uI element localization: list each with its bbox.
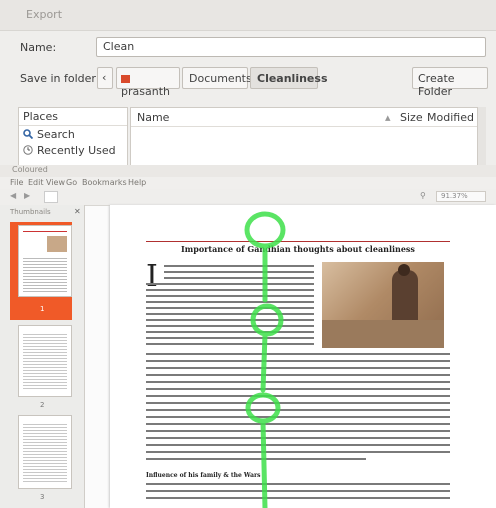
- article-photo: [322, 262, 444, 348]
- breadcrumb-label: prasanth: [121, 85, 170, 98]
- text-line: [146, 402, 450, 404]
- places-item-search[interactable]: Search: [19, 126, 127, 142]
- name-label: Name:: [20, 41, 57, 54]
- viewer-toolbar: ◀ ▶ ⚲ 91.37%: [0, 189, 496, 206]
- section-heading: Influence of his family & the Wars: [146, 472, 261, 479]
- page-number-field[interactable]: [44, 191, 58, 203]
- zoom-search-icon[interactable]: ⚲: [420, 191, 426, 200]
- text-line: [146, 307, 314, 309]
- text-line: [164, 277, 314, 279]
- text-line: [146, 295, 314, 297]
- column-size[interactable]: Size: [400, 111, 423, 124]
- text-line: [146, 331, 314, 333]
- file-list-header: Name ▴ Size Modified: [131, 108, 477, 127]
- breadcrumb-documents[interactable]: Documents: [182, 67, 252, 89]
- document-page: Importance of Gandhian thoughts about cl…: [110, 205, 496, 508]
- text-line: [146, 395, 450, 397]
- text-line: [146, 367, 450, 369]
- places-panel: Places Search Recently Used: [18, 107, 128, 166]
- breadcrumb-prasanth[interactable]: prasanth: [116, 67, 180, 98]
- text-line: [146, 451, 450, 453]
- column-name[interactable]: Name: [137, 111, 169, 124]
- text-line: [146, 381, 450, 383]
- menu-help[interactable]: Help: [128, 178, 146, 187]
- text-line: [146, 458, 366, 460]
- text-line: [146, 301, 314, 303]
- text-line: [146, 416, 450, 418]
- thumbnails-sidebar: Thumbnails ✕ 1 2 3: [0, 205, 85, 508]
- thumbnail-page-3[interactable]: [18, 415, 72, 489]
- zoom-select[interactable]: 91.37%: [436, 191, 486, 202]
- text-line: [146, 374, 450, 376]
- thumbnail-label: 2: [40, 401, 45, 409]
- forward-icon[interactable]: ▶: [24, 191, 30, 200]
- text-line: [146, 490, 450, 492]
- text-line: [164, 265, 314, 267]
- text-line: [146, 423, 450, 425]
- text-line: [146, 283, 314, 285]
- text-line: [146, 319, 314, 321]
- text-line: [146, 444, 450, 446]
- text-line: [146, 483, 450, 485]
- close-sidebar-icon[interactable]: ✕: [74, 207, 81, 216]
- export-dialog: Export Name: Clean Save in folder: ‹ pra…: [0, 0, 496, 166]
- menu-edit[interactable]: Edit: [28, 178, 44, 187]
- menu-go[interactable]: Go: [66, 178, 77, 187]
- title-rule: [146, 241, 450, 242]
- menu-file[interactable]: File: [10, 178, 23, 187]
- dialog-title: Export: [26, 8, 63, 21]
- sidebar-header[interactable]: Thumbnails: [10, 208, 51, 216]
- text-line: [146, 353, 450, 355]
- text-line: [146, 325, 314, 327]
- places-item-recently-used[interactable]: Recently Used: [19, 142, 127, 158]
- dialog-scrollbar[interactable]: [478, 107, 486, 165]
- text-line: [146, 437, 450, 439]
- breadcrumb-cleanliness[interactable]: Cleanliness: [250, 67, 328, 89]
- search-icon: [23, 129, 33, 139]
- text-line: [146, 313, 314, 315]
- thumbnail-label: 3: [40, 493, 45, 501]
- menu-view[interactable]: View: [46, 178, 65, 187]
- breadcrumb-back-button[interactable]: ‹: [97, 67, 113, 89]
- column-modified[interactable]: Modified: [427, 111, 474, 124]
- text-line: [146, 388, 450, 390]
- create-folder-button[interactable]: Create Folder: [412, 67, 488, 98]
- back-icon[interactable]: ◀: [10, 191, 16, 200]
- places-item-label: Search: [37, 127, 75, 141]
- dialog-titlebar: Export: [0, 0, 496, 31]
- article-title: Importance of Gandhian thoughts about cl…: [181, 244, 415, 254]
- save-in-folder-label: Save in folder:: [20, 72, 100, 85]
- text-line: [146, 360, 450, 362]
- thumbnail-page-2[interactable]: [18, 325, 72, 397]
- text-line: [146, 337, 314, 339]
- file-list[interactable]: Name ▴ Size Modified: [130, 107, 478, 166]
- text-line: [146, 430, 450, 432]
- document-viewer-window: Coloured File Edit View Go Bookmarks Hel…: [0, 165, 496, 508]
- viewer-title: Coloured: [12, 165, 48, 174]
- home-folder-icon: [121, 75, 130, 83]
- text-line: [146, 497, 450, 499]
- text-line: [146, 289, 314, 291]
- name-input[interactable]: Clean: [96, 37, 486, 57]
- text-line: [164, 271, 314, 273]
- places-header: Places: [19, 108, 127, 126]
- viewer-titlebar: Coloured: [0, 165, 496, 177]
- thumbnail-label: 1: [40, 305, 45, 313]
- viewer-menubar: File Edit View Go Bookmarks Help: [0, 177, 496, 189]
- menu-bookmarks[interactable]: Bookmarks: [82, 178, 127, 187]
- places-item-label: Recently Used: [37, 143, 116, 157]
- text-line: [146, 343, 314, 345]
- clock-icon: [23, 145, 33, 155]
- thumbnail-page-1[interactable]: [18, 225, 72, 297]
- drop-cap: I: [146, 259, 158, 294]
- text-line: [146, 409, 450, 411]
- sort-indicator-icon: ▴: [385, 111, 391, 124]
